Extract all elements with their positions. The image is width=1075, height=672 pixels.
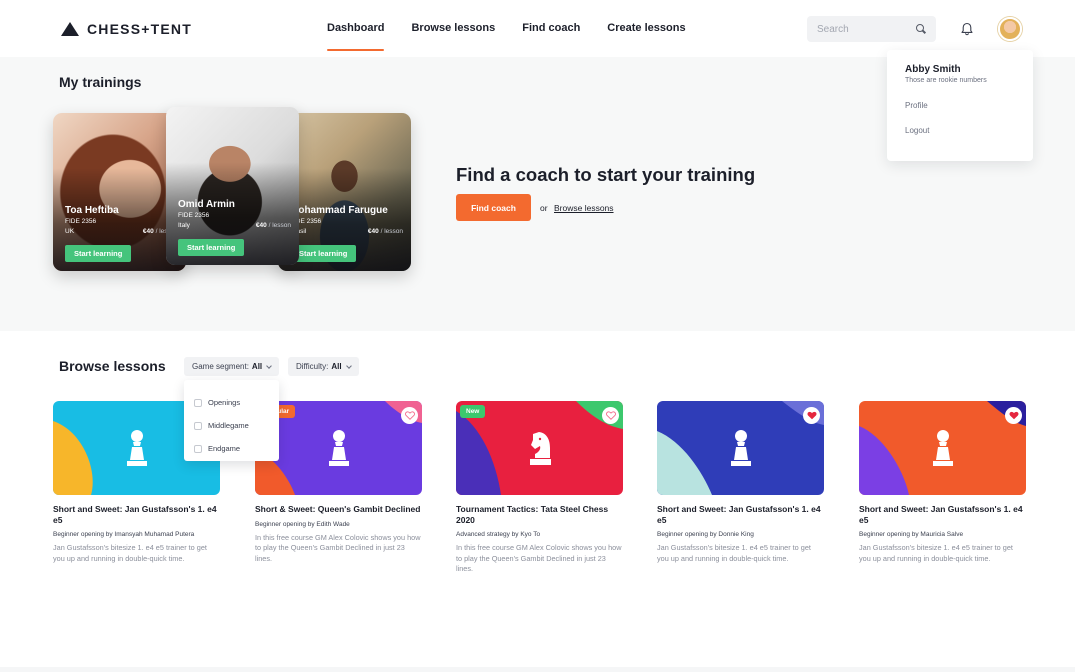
coach-country: Italy (178, 222, 190, 229)
logo-triangle-icon (61, 22, 79, 36)
profile-menu-item-profile[interactable]: Profile (905, 101, 1015, 110)
coach-country: UK (65, 228, 75, 235)
coach-card-2[interactable]: Omid Armin FIDE 2356 Italy €40 / lesson … (166, 107, 299, 265)
lesson-meta: Beginner opening by Imansyah Muhamad Put… (53, 531, 195, 538)
browse-lessons-link[interactable]: Browse lessons (554, 203, 614, 213)
profile-menu-item-logout[interactable]: Logout (905, 126, 1015, 135)
search-box (807, 16, 936, 42)
lesson-card[interactable]: Popular Short & Sweet: Queen's Gambit De… (255, 401, 422, 564)
browse-title: Browse lessons (59, 358, 166, 374)
favorite-heart-icon[interactable] (602, 407, 619, 424)
profile-name: Abby Smith (905, 64, 961, 75)
start-learning-button[interactable]: Start learning (178, 239, 245, 256)
coach-fide: FIDE 2356 (178, 212, 210, 219)
lesson-meta: Advanced strategy by Kyo To (456, 531, 541, 538)
favorite-heart-icon[interactable] (803, 407, 820, 424)
lesson-description: Jan Gustafsson's bitesize 1. e4 e5 train… (859, 543, 1013, 563)
new-badge: New (460, 405, 486, 418)
lesson-title[interactable]: Short & Sweet: Queen's Gambit Declined (255, 504, 422, 515)
coach-name: Toa Heftiba (65, 205, 119, 216)
segment-option-openings[interactable]: Openings (184, 391, 279, 414)
search-input[interactable] (817, 23, 907, 35)
coach-info: Omid Armin FIDE 2356 Italy €40 / lesson (178, 199, 291, 229)
brand-logo[interactable]: CHESS+TENT (61, 21, 192, 37)
lesson-title[interactable]: Short and Sweet: Jan Gustafsson's 1. e4 … (657, 504, 824, 525)
game-segment-dropdown: Openings Middlegame Endgame (184, 380, 279, 461)
coach-info: Mohammad Farugue FIDE 2356 Brasil €40 / … (290, 205, 403, 235)
filter-value: All (251, 362, 263, 371)
lesson-meta: Beginner opening by Edith Wade (255, 520, 350, 528)
profile-dropdown: Abby Smith Those are rookie numbers Prof… (887, 50, 1033, 161)
cta-or-text: or (540, 203, 548, 213)
lesson-thumbnail[interactable]: New (456, 401, 623, 495)
nav-dashboard[interactable]: Dashboard (327, 22, 385, 54)
coach-price: €40 / lesson (255, 222, 291, 229)
filter-value: All (331, 362, 342, 371)
nav-browse-lessons[interactable]: Browse lessons (411, 22, 495, 54)
start-learning-button[interactable]: Start learning (65, 245, 132, 262)
lesson-thumbnail[interactable] (859, 401, 1026, 495)
lesson-description: In this free course GM Alex Colovic show… (255, 532, 421, 563)
filter-label: Game segment: (192, 362, 249, 371)
user-avatar[interactable] (998, 17, 1022, 41)
chevron-down-icon (345, 362, 352, 369)
bell-icon[interactable] (960, 22, 974, 36)
favorite-heart-icon[interactable] (1005, 407, 1022, 424)
filter-label: Difficulty: (296, 362, 329, 371)
lesson-title[interactable]: Short and Sweet: Jan Gustafsson's 1. e4 … (53, 504, 220, 525)
lesson-meta: Beginner opening by Donnie King (657, 531, 754, 538)
search-icon[interactable] (916, 24, 926, 34)
profile-subtitle: Those are rookie numbers (905, 77, 987, 84)
checkbox[interactable] (194, 421, 202, 430)
game-segment-filter[interactable]: Game segment: All (184, 357, 280, 376)
lesson-meta: Beginner opening by Mauricia Salve (859, 531, 964, 538)
lesson-title[interactable]: Short and Sweet: Jan Gustafsson's 1. e4 … (859, 504, 1026, 525)
start-learning-button[interactable]: Start learning (290, 245, 357, 262)
top-header: CHESS+TENT Dashboard Browse lessons Find… (0, 0, 1075, 57)
coach-name: Omid Armin (178, 199, 235, 210)
nav-create-lessons[interactable]: Create lessons (607, 22, 685, 54)
lesson-card[interactable]: New Tournament Tactics: Tata Steel Chess… (456, 401, 623, 575)
coach-price: €40 / lesson (367, 228, 403, 235)
lesson-thumbnail[interactable] (657, 401, 824, 495)
coach-info: Toa Heftiba FIDE 2356 UK €40 / lesson (65, 205, 178, 235)
pawn-icon (328, 430, 349, 466)
lesson-card[interactable]: Short and Sweet: Jan Gustafsson's 1. e4 … (657, 401, 824, 564)
brand-name: CHESS+TENT (87, 21, 192, 37)
knight-icon (529, 432, 551, 465)
checkbox[interactable] (194, 444, 202, 453)
lesson-description: Jan Gustafsson's bitesize 1. e4 e5 train… (657, 543, 811, 563)
page-footer-strip (0, 667, 1075, 672)
segment-option-endgame[interactable]: Endgame (184, 437, 279, 460)
pawn-icon (126, 430, 147, 466)
cta-heading: Find a coach to start your training (456, 164, 756, 185)
segment-option-middlegame[interactable]: Middlegame (184, 414, 279, 437)
checkbox[interactable] (194, 398, 202, 407)
pawn-icon (932, 430, 953, 466)
find-coach-button[interactable]: Find coach (456, 194, 531, 221)
difficulty-filter[interactable]: Difficulty: All (288, 357, 359, 376)
favorite-heart-icon[interactable] (401, 407, 418, 424)
coach-fide: FIDE 2356 (290, 218, 322, 225)
lesson-card[interactable]: Short and Sweet: Jan Gustafsson's 1. e4 … (859, 401, 1026, 564)
chevron-down-icon (266, 362, 272, 369)
trainings-title: My trainings (59, 74, 142, 90)
lesson-title[interactable]: Tournament Tactics: Tata Steel Chess 202… (456, 504, 623, 525)
nav-find-coach[interactable]: Find coach (522, 22, 580, 54)
lesson-thumbnail[interactable]: Popular (255, 401, 422, 495)
lesson-description: In this free course GM Alex Colovic show… (456, 543, 622, 573)
pawn-icon (730, 430, 751, 466)
main-nav: Dashboard Browse lessons Find coach Crea… (327, 22, 686, 54)
coach-fide: FIDE 2356 (65, 218, 97, 225)
coach-name: Mohammad Farugue (290, 205, 388, 216)
lesson-description: Jan Gustafsson's bitesize 1. e4 e5 train… (53, 543, 207, 563)
